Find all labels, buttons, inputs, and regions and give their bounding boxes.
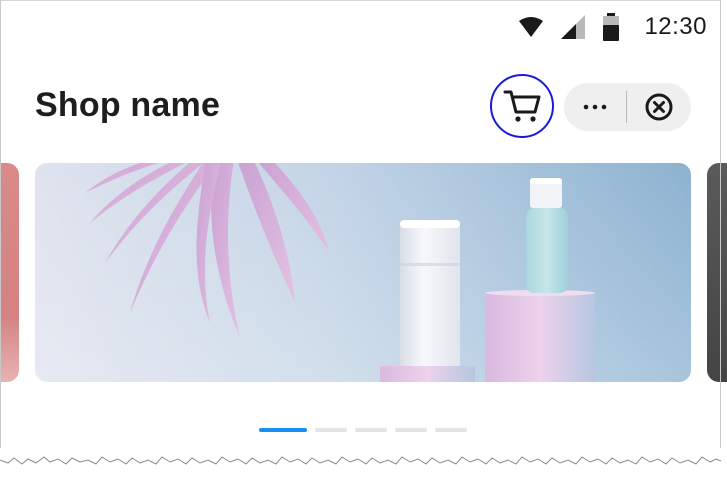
pagination-dot-2[interactable] xyxy=(315,428,347,432)
page-title: Shop name xyxy=(35,86,221,124)
previous-slide-peek[interactable] xyxy=(0,163,19,382)
status-bar: 12:30 xyxy=(518,10,707,44)
more-button[interactable] xyxy=(564,83,626,131)
cellular-signal-icon xyxy=(561,15,586,39)
more-icon xyxy=(583,104,607,110)
pagination-dot-4[interactable] xyxy=(395,428,427,432)
close-button[interactable] xyxy=(627,83,691,131)
pagination-dot-3[interactable] xyxy=(355,428,387,432)
app-screen: 12:30 Shop name xyxy=(0,0,727,477)
pagination-dot-1[interactable] xyxy=(259,428,307,432)
next-slide-peek[interactable] xyxy=(707,163,727,382)
cosmetics-product-image xyxy=(35,163,691,382)
cart-icon xyxy=(503,90,541,122)
close-circle-icon xyxy=(645,93,673,121)
wifi-icon xyxy=(519,17,544,37)
carousel-pagination xyxy=(259,428,467,432)
pagination-dot-5[interactable] xyxy=(435,428,467,432)
torn-edge-decoration xyxy=(0,448,722,465)
status-time: 12:30 xyxy=(644,13,707,40)
mini-program-capsule xyxy=(564,83,691,131)
banner-image[interactable] xyxy=(35,163,691,382)
cart-button[interactable] xyxy=(490,74,554,138)
battery-icon xyxy=(603,13,620,41)
banner-carousel[interactable] xyxy=(0,163,727,382)
